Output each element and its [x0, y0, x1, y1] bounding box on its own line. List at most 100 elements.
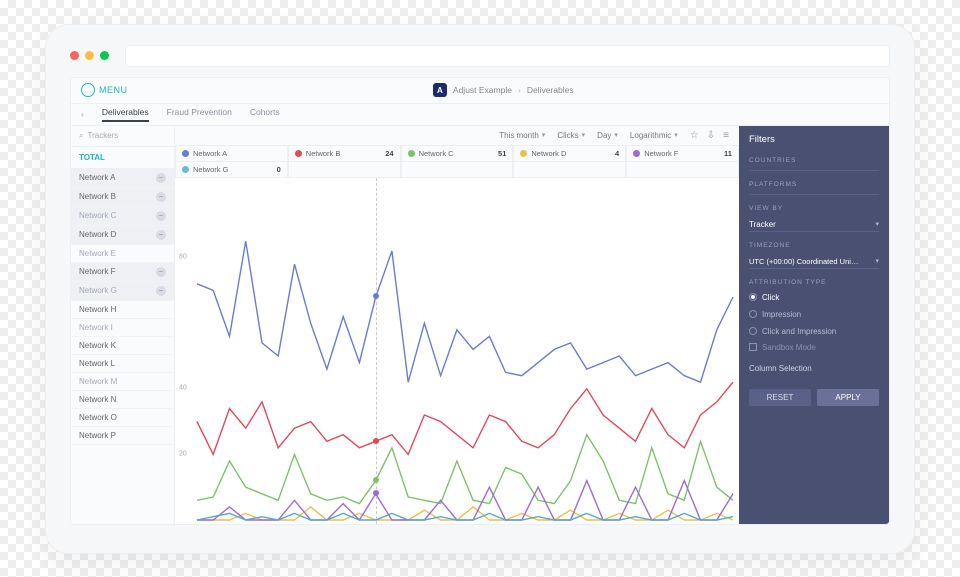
chevron-down-icon: ▾ — [875, 220, 879, 228]
legend-swatch-icon — [182, 166, 189, 173]
period-dropdown[interactable]: This month — [499, 131, 545, 140]
remove-icon[interactable]: – — [156, 286, 166, 296]
filter-platforms-input[interactable] — [749, 194, 879, 195]
legend-name: Network B — [306, 149, 341, 158]
legend-value: 24 — [385, 149, 393, 158]
tracker-name: Network K — [79, 341, 116, 350]
filter-timezone-value: UTC (+00:00) Coordinated Universal… — [749, 257, 859, 266]
remove-icon[interactable]: – — [156, 230, 166, 240]
legend-value: 11 — [724, 149, 732, 158]
filter-timezone-label: TIMEZONE — [749, 242, 879, 249]
window-traffic-lights — [70, 45, 890, 67]
checkbox-sandbox[interactable]: Sandbox Mode — [749, 343, 879, 352]
legend-name: Network G — [193, 165, 228, 174]
metric-dropdown[interactable]: Clicks — [557, 131, 585, 140]
tracker-row[interactable]: Network A– — [71, 169, 174, 188]
legend-item[interactable]: Network A — [175, 146, 288, 161]
legend-row: Network G 0 — [175, 162, 739, 178]
legend-empty — [401, 162, 514, 177]
tracker-row[interactable]: Network N — [71, 391, 174, 409]
filter-countries-input[interactable] — [749, 170, 879, 171]
filter-countries-label: COUNTRIES — [749, 157, 879, 164]
legend-empty — [513, 162, 626, 177]
app-logo-icon[interactable] — [81, 83, 95, 97]
y-axis-tick: 40 — [179, 385, 187, 392]
reset-button[interactable]: RESET — [749, 389, 811, 406]
tracker-row[interactable]: Network O — [71, 409, 174, 427]
tracker-row[interactable]: Network L — [71, 355, 174, 373]
settings-icon[interactable]: ≡ — [723, 130, 729, 141]
remove-icon[interactable]: – — [156, 211, 166, 221]
tracker-name: Network F — [79, 267, 115, 276]
tracker-row[interactable]: Network E — [71, 245, 174, 263]
back-button[interactable]: ‹ — [81, 109, 84, 119]
tracker-row[interactable]: Network H — [71, 301, 174, 319]
menu-button[interactable]: MENU — [99, 85, 128, 95]
scale-dropdown[interactable]: Logarithmic — [630, 131, 678, 140]
device-frame: MENU A Adjust Example › Deliverables ‹ D… — [45, 24, 915, 554]
trackers-total[interactable]: TOTAL — [71, 147, 174, 169]
close-icon[interactable] — [70, 51, 79, 60]
tab-cohorts[interactable]: Cohorts — [250, 107, 280, 122]
breadcrumb-app[interactable]: Adjust Example — [453, 85, 512, 95]
chart-toolbar: This month Clicks Day Logarithmic ☆ ⇩ ≡ — [175, 126, 739, 146]
star-icon[interactable]: ☆ — [690, 130, 699, 141]
maximize-icon[interactable] — [100, 51, 109, 60]
minimize-icon[interactable] — [85, 51, 94, 60]
chevron-down-icon: ▾ — [875, 257, 879, 265]
tracker-row[interactable]: Network D – — [71, 226, 174, 245]
tab-deliverables[interactable]: Deliverables — [102, 107, 149, 122]
legend-item[interactable]: Network C 51 — [401, 146, 514, 161]
browser-url-bar[interactable] — [125, 45, 890, 67]
filter-timezone-select[interactable]: UTC (+00:00) Coordinated Universal… ▾ — [749, 255, 879, 269]
legend-swatch-icon — [633, 150, 640, 157]
legend-empty — [626, 162, 739, 177]
tracker-row[interactable]: Network F – — [71, 263, 174, 282]
line-chart[interactable]: 20408010.03.2016 — [175, 178, 739, 524]
tracker-row[interactable]: Network C– — [71, 207, 174, 226]
tracker-row[interactable]: Network I — [71, 319, 174, 337]
download-icon[interactable]: ⇩ — [707, 130, 715, 141]
tracker-row[interactable]: Network G– — [71, 282, 174, 301]
tracker-row[interactable]: Network K — [71, 337, 174, 355]
column-selection-link[interactable]: Column Selection — [749, 364, 879, 373]
filters-panel: Filters COUNTRIES PLATFORMS VIEW BY Trac… — [739, 126, 889, 524]
app-badge-icon: A — [433, 83, 447, 97]
tracker-name: Network I — [79, 323, 113, 332]
chevron-right-icon: › — [518, 85, 521, 95]
legend-empty — [288, 162, 401, 177]
tracker-row[interactable]: Network M — [71, 373, 174, 391]
trackers-search[interactable]: ⌕ Trackers — [71, 126, 174, 147]
filter-viewby-select[interactable]: Tracker ▾ — [749, 218, 879, 232]
breadcrumb-page[interactable]: Deliverables — [527, 85, 574, 95]
remove-icon[interactable]: – — [156, 173, 166, 183]
radio-click[interactable]: Click — [749, 292, 879, 303]
radio-click-impression[interactable]: Click and Impression — [749, 326, 879, 337]
granularity-dropdown[interactable]: Day — [597, 131, 618, 140]
legend-item[interactable]: Network F 11 — [626, 146, 739, 161]
legend-row: Network A Network B 24 Network C 51 Netw… — [175, 146, 739, 162]
legend-value: 4 — [615, 149, 619, 158]
tracker-name: Network E — [79, 249, 116, 258]
remove-icon[interactable]: – — [156, 267, 166, 277]
tracker-row[interactable]: Network P — [71, 427, 174, 445]
tab-fraud-prevention[interactable]: Fraud Prevention — [167, 107, 232, 122]
radio-both-label: Click and Impression — [762, 327, 836, 336]
legend-item[interactable]: Network G 0 — [175, 162, 288, 177]
legend-name: Network F — [644, 149, 678, 158]
legend-item[interactable]: Network D 4 — [513, 146, 626, 161]
tracker-name: Network D — [79, 230, 116, 239]
tracker-name: Network O — [79, 413, 117, 422]
chart-hover-point — [373, 438, 379, 444]
legend-value: 0 — [277, 165, 281, 174]
tracker-row[interactable]: Network B– — [71, 188, 174, 207]
filter-platforms-label: PLATFORMS — [749, 181, 879, 188]
apply-button[interactable]: APPLY — [817, 389, 879, 406]
legend-name: Network C — [419, 149, 454, 158]
radio-impression[interactable]: Impression — [749, 309, 879, 320]
tracker-name: Network L — [79, 359, 115, 368]
tracker-name: Network H — [79, 305, 116, 314]
legend-item[interactable]: Network B 24 — [288, 146, 401, 161]
chart-hover-point — [373, 490, 379, 496]
remove-icon[interactable]: – — [156, 192, 166, 202]
